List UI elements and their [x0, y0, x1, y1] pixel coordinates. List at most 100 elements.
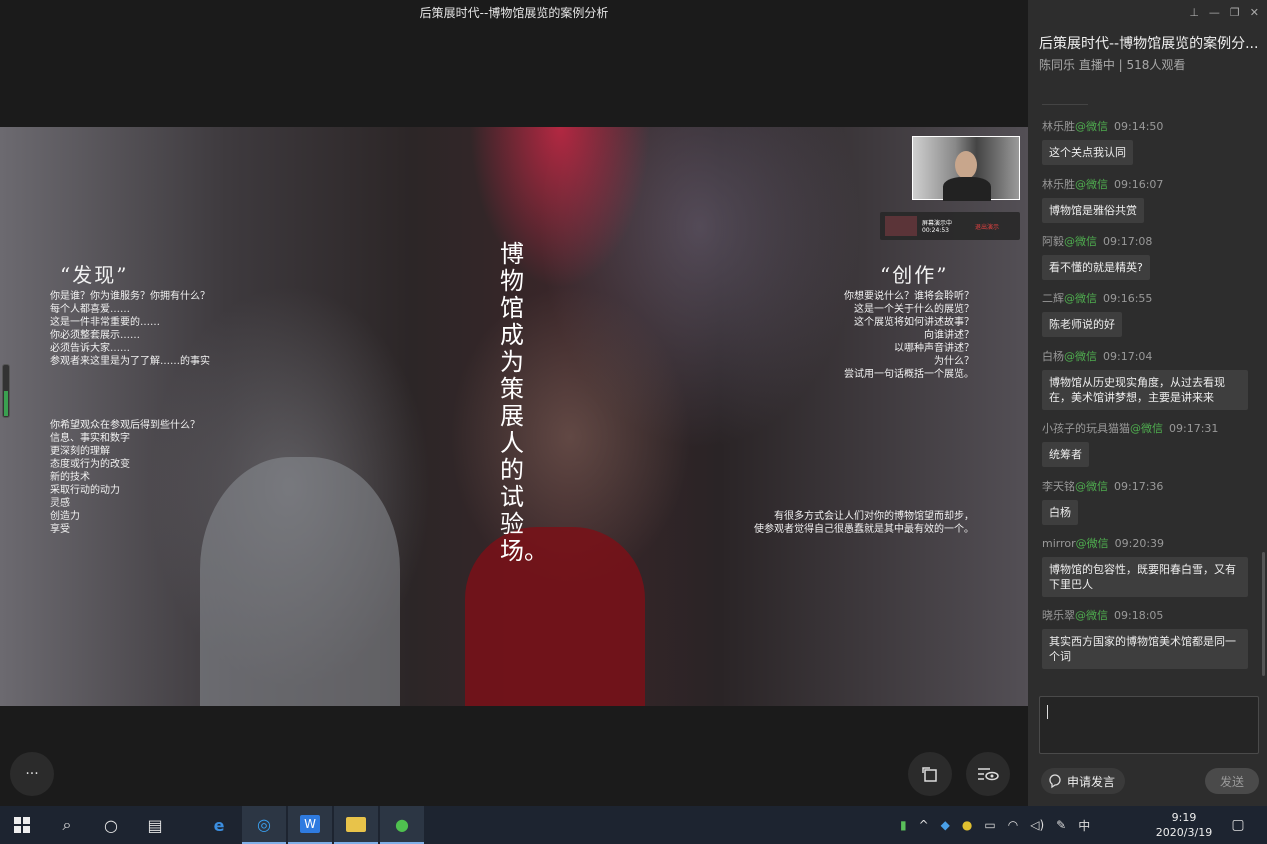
chat-user: 林乐胜: [1042, 120, 1075, 133]
close-icon[interactable]: ✕: [1250, 6, 1259, 19]
more-button[interactable]: ···: [10, 752, 54, 796]
slide-heading-create: “创作”: [880, 263, 949, 287]
send-button[interactable]: 发送: [1205, 768, 1259, 794]
chat-bubble: 统筹者: [1042, 442, 1089, 467]
folder-icon: [346, 816, 366, 832]
screen-share-status: 屏幕演示中: [922, 220, 953, 227]
slide-text-create: 你想要说什么？谁将会聆听？ 这是一个关于什么的展览？ 这个展览将如何讲述故事？ …: [844, 291, 974, 380]
chat-user: 二辉: [1042, 292, 1064, 305]
edge-icon[interactable]: e: [197, 806, 241, 844]
text-caret: [1047, 705, 1048, 719]
chat-bubble: 博物馆从历史现实角度，从过去看现在，美术馆讲梦想，主要是讲来来: [1042, 370, 1248, 410]
slide-text-discover: 你是谁？你为谁服务？你拥有什么？ 每个人都喜爱…… 这是一件非常重要的…… 你必…: [50, 291, 210, 367]
restore-icon[interactable]: ❐: [1230, 6, 1240, 19]
pin-icon[interactable]: ⊥: [1189, 6, 1199, 19]
rotate-button[interactable]: [908, 752, 952, 796]
slide-text-quote: 有很多方式会让人们对你的博物馆望而却步， 使参观者觉得自己很愚蠢就是其中最有效的…: [754, 511, 974, 535]
chat-user: mirror: [1042, 537, 1076, 550]
apply-speak-button[interactable]: 申请发言: [1041, 768, 1126, 794]
presenter-body: [943, 177, 991, 201]
clock-date: 2020/3/19: [1155, 826, 1213, 839]
chat-time: 09:18:05: [1114, 609, 1164, 622]
chat-message: mirror@微信 09:20:39 博物馆的包容性，既要阳春白雪，又有下里巴人: [1042, 535, 1252, 597]
video-area[interactable]: 后策展时代--博物馆展览的案例分析 “发现” 你是谁？你为谁服务？你拥有什么？ …: [0, 0, 1028, 806]
slide-text-expectations: 你希望观众在参观后得到些什么？ 信息、事实和数字 更深刻的理解 态度或行为的改变…: [50, 420, 200, 535]
chat-scrollbar[interactable]: [1262, 552, 1265, 676]
chat-user: 阿毅: [1042, 235, 1064, 248]
chevron-up-icon[interactable]: ^: [919, 818, 929, 832]
cube-app-icon[interactable]: ◆: [941, 818, 950, 832]
search-icon[interactable]: ⌕: [45, 806, 89, 844]
view-mode-button[interactable]: [966, 752, 1010, 796]
chat-bubble: 其实西方国家的博物馆美术馆都是同一个词: [1042, 629, 1248, 669]
wps-logo-icon: W: [300, 815, 320, 833]
wifi-icon[interactable]: ◠: [1008, 818, 1018, 832]
volume-meter-fill: [4, 391, 8, 416]
chat-source: @微信: [1075, 120, 1108, 133]
stop-share-button[interactable]: 退出演示: [975, 222, 999, 231]
live-title: 后策展时代--博物馆展览的案例分...: [1039, 36, 1259, 52]
battery-icon[interactable]: ▭: [984, 818, 995, 832]
slide-heading-discover: “发现”: [60, 263, 129, 287]
chat-time: 09:14:50: [1114, 120, 1164, 133]
rotate-icon: [922, 767, 937, 782]
windows-taskbar: ⌕ ○ ▤ e ◎ W ● ▮ ^ ◆ ● ▭ ◠ ◁) ✎ 中 9:19 20…: [0, 806, 1267, 844]
pen-icon[interactable]: ✎: [1056, 818, 1066, 832]
chat-message: 李天铭@微信 09:17:36 白杨: [1042, 478, 1252, 525]
slide-figure-woman: [465, 527, 645, 706]
chat-divider: [1042, 104, 1088, 105]
system-tray: ▮ ^ ◆ ● ▭ ◠ ◁) ✎ 中: [900, 806, 1090, 844]
chat-message: 阿毅@微信 09:17:08 看不懂的就是精英?: [1042, 233, 1252, 280]
presentation-slide: “发现” 你是谁？你为谁服务？你拥有什么？ 每个人都喜爱…… 这是一件非常重要的…: [0, 127, 1028, 706]
wechat-icon[interactable]: ●: [380, 806, 424, 844]
cortana-icon[interactable]: ○: [89, 806, 133, 844]
chat-message: 小孩子的玩具猫猫@微信 09:17:31 统筹者: [1042, 420, 1252, 467]
chat-bubble: 陈老师说的好: [1042, 312, 1122, 337]
windows-start-icon[interactable]: [0, 806, 44, 844]
volume-icon[interactable]: ◁): [1030, 818, 1044, 832]
chat-bubble: 博物馆是雅俗共赏: [1042, 198, 1144, 223]
chat-source: @微信: [1075, 178, 1108, 191]
eye-icon: [978, 768, 999, 781]
chat-time: 09:16:07: [1114, 178, 1164, 191]
presenter-face: [955, 151, 977, 179]
chat-time: 09:17:36: [1114, 480, 1164, 493]
minimize-icon[interactable]: —: [1209, 6, 1220, 19]
chat-time: 09:17:31: [1169, 422, 1219, 435]
chat-bubble: 博物馆的包容性，既要阳春白雪，又有下里巴人: [1042, 557, 1248, 597]
chat-input[interactable]: [1039, 696, 1259, 754]
ime-indicator[interactable]: 中: [1078, 817, 1090, 834]
chat-list[interactable]: 林乐胜@微信 09:14:50 这个关点我认同 林乐胜@微信 09:16:07 博物…: [1028, 104, 1267, 680]
presenter-webcam: [912, 136, 1020, 201]
chat-time: 09:16:55: [1103, 292, 1153, 305]
chat-source: @微信: [1130, 422, 1163, 435]
chat-source: @微信: [1075, 480, 1108, 493]
live-side-panel: ⊥ — ❐ ✕ 后策展时代--博物馆展览的案例分... 陈同乐 直播中 | 51…: [1028, 0, 1267, 806]
chat-bubble: 白杨: [1042, 500, 1078, 525]
chat-time: 09:20:39: [1114, 537, 1165, 550]
notification-icon[interactable]: ▢: [1226, 806, 1250, 844]
chat-user: 林乐胜: [1042, 178, 1075, 191]
volume-meter: [2, 364, 10, 418]
task-view-icon[interactable]: ▤: [133, 806, 177, 844]
chat-user: 晓乐翠: [1042, 609, 1075, 622]
chat-time: 09:17:04: [1103, 350, 1153, 363]
chat-user: 白杨: [1042, 350, 1064, 363]
chat-bubble: 看不懂的就是精英?: [1042, 255, 1150, 280]
chat-user: 李天铭: [1042, 480, 1075, 493]
battery-status-icon[interactable]: ▮: [900, 818, 907, 832]
wps-icon[interactable]: W: [288, 806, 332, 844]
taskbar-clock[interactable]: 9:19 2020/3/19: [1152, 810, 1216, 840]
file-explorer-icon[interactable]: [334, 806, 378, 844]
tray-app-icon[interactable]: ●: [962, 818, 972, 832]
chat-message: 林乐胜@微信 09:16:07 博物馆是雅俗共赏: [1042, 176, 1252, 223]
chat-message: 晓乐翠@微信 09:18:05 其实西方国家的博物馆美术馆都是同一个词: [1042, 607, 1252, 669]
tencent-meeting-icon[interactable]: ◎: [242, 806, 286, 844]
chat-message: 林乐胜@微信 09:14:50 这个关点我认同: [1042, 118, 1252, 165]
slide-vertical-title: 博物馆成为策展人的试验场。: [500, 240, 548, 565]
apply-speak-label: 申请发言: [1067, 774, 1116, 789]
chat-source: @微信: [1075, 537, 1109, 550]
screen-share-time: 00:24:53: [922, 227, 949, 234]
video-title: 后策展时代--博物馆展览的案例分析: [419, 6, 609, 20]
screen-share-indicator[interactable]: 屏幕演示中 00:24:53 退出演示: [880, 212, 1020, 240]
